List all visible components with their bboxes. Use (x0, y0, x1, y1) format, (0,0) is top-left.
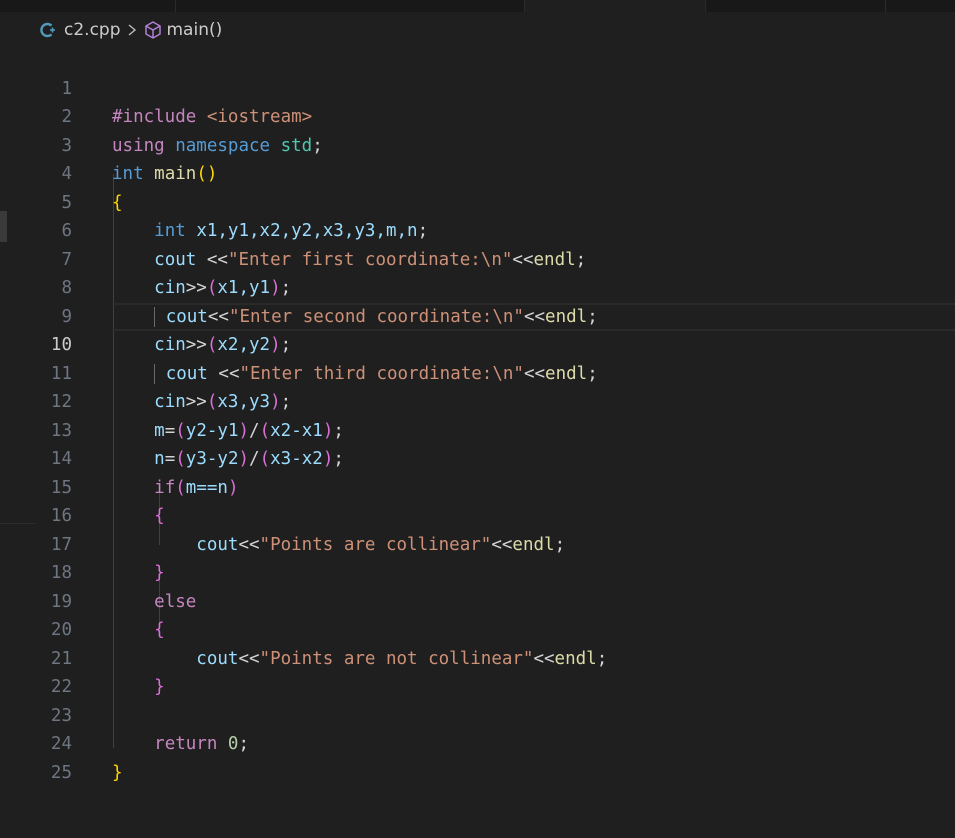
code-line[interactable]: 14 if(m==n) (0, 417, 955, 498)
tab-strip (0, 0, 955, 12)
breadcrumb-file[interactable]: c2.cpp (64, 20, 121, 40)
chevron-right-icon (126, 23, 138, 37)
code-line[interactable]: 8 cout<<"Enter second coordinate:\n"<<en… (0, 246, 955, 327)
code-line-current[interactable]: 10 cout <<"Enter third coordinate:\n"<<e… (0, 302, 955, 384)
code-line[interactable]: 15 { (0, 445, 955, 527)
code-line[interactable]: 6 cout <<"Enter first coordinate:\n"<<en… (0, 189, 955, 270)
code-editor[interactable]: 1 #include <iostream> 2 using namespace … (0, 46, 955, 783)
tab-separator (175, 0, 176, 12)
code-line[interactable]: 24 } (0, 702, 955, 783)
cpp-file-icon (38, 20, 58, 40)
line-number: 25 (50, 762, 72, 783)
code-line[interactable]: 16 cout<<"Points are collinear"<<endl; (0, 474, 955, 555)
code-line[interactable]: 22 (0, 645, 955, 697)
code-line[interactable]: 23 return 0; (0, 673, 955, 755)
code-line[interactable]: 25 (0, 730, 955, 783)
code-line[interactable]: 5 int x1,y1,x2,y2,x3,y3,m,n; (0, 160, 955, 242)
tab-separator (885, 0, 886, 12)
code-line[interactable]: 1 #include <iostream> (0, 46, 955, 128)
code-line[interactable]: 11 cin>>(x3,y3); (0, 331, 955, 413)
breadcrumb-symbol[interactable]: main() (167, 20, 223, 40)
code-line[interactable]: 3 int main() (0, 103, 955, 185)
code-line[interactable]: 19 { (0, 559, 955, 641)
tab-separator (705, 0, 706, 12)
method-cube-icon (143, 20, 163, 40)
code-line[interactable]: 17 } (0, 502, 955, 584)
breadcrumb: c2.cpp main() (38, 17, 222, 43)
code-line[interactable]: 12 m=(y2-y1)/(x2-x1); (0, 360, 955, 441)
code-line[interactable]: 20 cout<<"Points are not collinear"<<end… (0, 588, 955, 669)
code-line[interactable]: 21 } (0, 616, 955, 698)
tab-active[interactable] (525, 0, 705, 12)
code-line[interactable]: 9 cin>>(x2,y2); (0, 274, 955, 356)
code-line[interactable]: 4 { (0, 132, 955, 213)
code-line[interactable]: 7 cin>>(x1,y1); (0, 217, 955, 299)
code-line[interactable]: 2 using namespace std; (0, 75, 955, 156)
code-line[interactable]: 18 else (0, 531, 955, 612)
code-line[interactable]: 13 n=(y3-y2)/(x3-x2); (0, 388, 955, 470)
